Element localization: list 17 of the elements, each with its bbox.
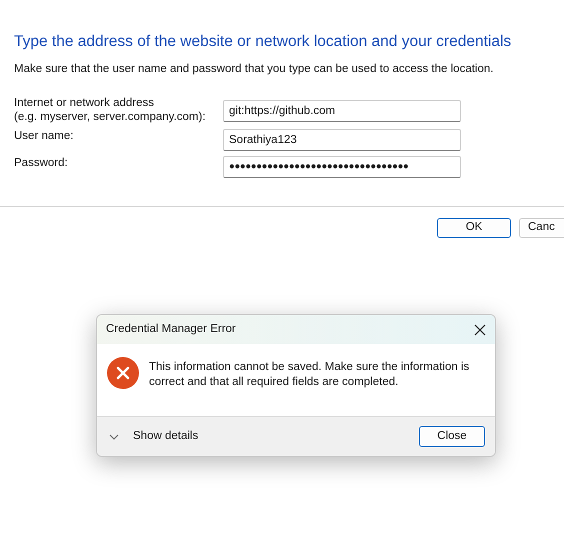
field-label: Internet or network address (e.g. myserver, server.company.com): bbox=[14, 96, 207, 124]
chevron-icon bbox=[109, 434, 119, 440]
field-label: Password: bbox=[14, 156, 69, 170]
input-field[interactable]: ●●●●●●●●●●●●●●●●●●●●●●●●●●●●●●●●● bbox=[223, 156, 461, 178]
dialog-title: Credential Manager Error bbox=[106, 322, 236, 337]
instruction-text: Make sure that the user name and password that you type can be used to access the location. bbox=[14, 62, 494, 78]
error-message: This information cannot be saved. Make sure the information is correct and that all required fields are completed. bbox=[149, 360, 470, 390]
input-field[interactable]: Sorathiya123 bbox=[223, 128, 461, 150]
error-icon bbox=[107, 357, 139, 389]
close-icon[interactable] bbox=[473, 322, 487, 336]
input-field[interactable]: git:https://github.com bbox=[223, 100, 461, 122]
cancel-button[interactable]: Canc bbox=[519, 218, 564, 238]
dialog-heading: Type the address of the website or network location and your credentials bbox=[14, 32, 512, 52]
field-label: User name: bbox=[14, 128, 74, 142]
show-details-toggle[interactable]: Show details bbox=[109, 428, 198, 446]
ok-button[interactable]: OK bbox=[437, 218, 511, 238]
close-button[interactable]: Close bbox=[419, 426, 485, 447]
